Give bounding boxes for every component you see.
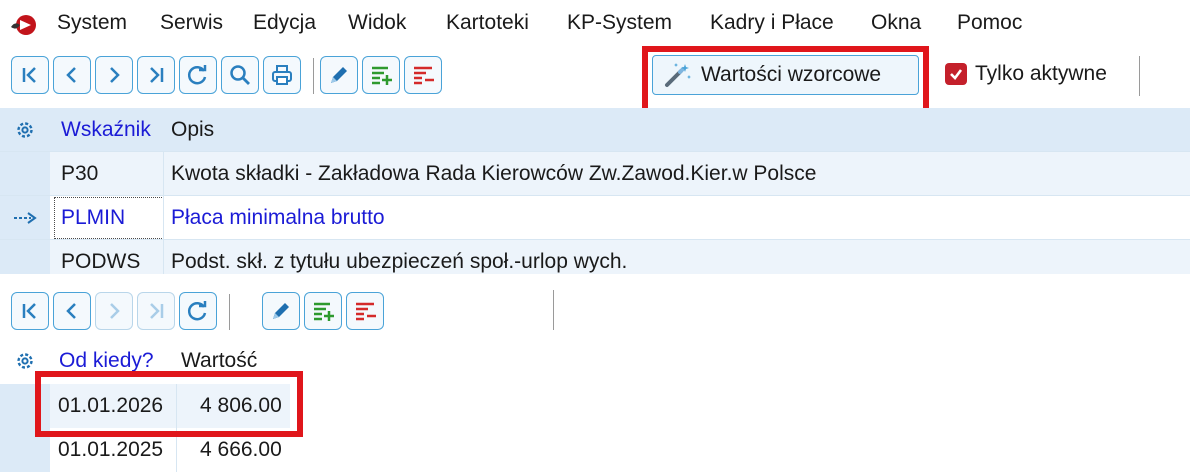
- column-header-value[interactable]: Wartość: [181, 342, 257, 380]
- indicator-code[interactable]: PLMIN: [54, 197, 164, 239]
- first-icon: [22, 67, 36, 83]
- first-record-button[interactable]: [11, 292, 49, 330]
- remove-row-icon: [414, 66, 434, 85]
- chevron-right-icon: [110, 67, 120, 83]
- indicator-code: P30: [61, 161, 99, 185]
- column-header-description[interactable]: Opis: [171, 108, 214, 151]
- menu-bar: System Serwis Edycja Widok Kartoteki KP-…: [0, 0, 1190, 46]
- indicator-description: Płaca minimalna brutto: [171, 205, 385, 229]
- gear-icon: [17, 121, 33, 138]
- column-header-indicator[interactable]: Wskaźnik: [61, 108, 151, 151]
- table-row[interactable]: P30 Kwota składki - Zakładowa Rada Kiero…: [0, 152, 1190, 196]
- search-icon: [230, 65, 250, 85]
- add-row-icon: [314, 302, 334, 321]
- pencil-icon: [331, 67, 347, 83]
- valid-from-date: 01.01.2025: [58, 438, 164, 461]
- column-divider: [176, 384, 177, 428]
- printer-icon: [272, 65, 292, 85]
- last-icon: [150, 303, 164, 319]
- first-record-button[interactable]: [11, 56, 49, 94]
- remove-row-icon: [356, 302, 376, 321]
- indicator-value: 4 666.00: [200, 438, 282, 461]
- add-record-button[interactable]: [304, 292, 342, 330]
- delete-record-button[interactable]: [346, 292, 384, 330]
- row-selector[interactable]: [0, 428, 50, 472]
- checkbox-checked-icon: [945, 63, 967, 85]
- gear-icon: [17, 353, 33, 369]
- standard-values-button[interactable]: Wartości wzorcowe: [652, 55, 919, 95]
- row-selector[interactable]: [0, 152, 50, 195]
- standard-values-label: Wartości wzorcowe: [701, 63, 882, 86]
- table-row[interactable]: 01.01.2026 4 806.00: [0, 384, 290, 428]
- indicator-description: Podst. skł. z tytułu ubezpieczeń społ.-u…: [171, 250, 628, 273]
- next-record-button[interactable]: [95, 56, 133, 94]
- table-row-current[interactable]: PLMIN Płaca minimalna brutto: [0, 196, 1190, 240]
- column-divider: [163, 196, 164, 239]
- refresh-icon: [187, 301, 207, 321]
- menu-serwis[interactable]: Serwis: [160, 11, 223, 35]
- edit-button[interactable]: [262, 292, 300, 330]
- menu-pomoc[interactable]: Pomoc: [957, 11, 1022, 35]
- menu-kadry-i-place[interactable]: Kadry i Płace: [710, 11, 834, 35]
- column-divider: [176, 428, 177, 472]
- table-row[interactable]: PODWS Podst. skł. z tytułu ubezpieczeń s…: [0, 240, 1190, 274]
- print-button[interactable]: [263, 56, 301, 94]
- add-row-icon: [372, 66, 392, 85]
- magic-wand-icon: [665, 63, 691, 87]
- menu-edycja[interactable]: Edycja: [253, 11, 316, 35]
- menu-kartoteki[interactable]: Kartoteki: [446, 11, 529, 35]
- indicator-value: 4 806.00: [200, 394, 282, 417]
- menu-widok[interactable]: Widok: [348, 11, 406, 35]
- refresh-button[interactable]: [179, 56, 217, 94]
- last-record-button[interactable]: [137, 56, 175, 94]
- chevron-right-icon: [110, 303, 120, 319]
- toolbar-separator: [1139, 56, 1140, 96]
- row-selector[interactable]: [0, 240, 50, 274]
- chevron-left-icon: [66, 67, 76, 83]
- column-settings-button[interactable]: [0, 342, 50, 380]
- menu-system[interactable]: System: [57, 11, 127, 35]
- menu-kp-system[interactable]: KP-System: [567, 11, 672, 35]
- active-only-checkbox[interactable]: Tylko aktywne: [945, 62, 1107, 86]
- row-selector[interactable]: [0, 384, 50, 428]
- delete-record-button[interactable]: [404, 56, 442, 94]
- current-row-arrow-icon: [14, 211, 37, 224]
- last-record-button[interactable]: [137, 292, 175, 330]
- grid-header: Od kiedy? Wartość: [0, 342, 290, 380]
- last-icon: [150, 67, 164, 83]
- column-divider: [163, 152, 164, 195]
- next-record-button[interactable]: [95, 292, 133, 330]
- refresh-button[interactable]: [179, 292, 217, 330]
- previous-record-button[interactable]: [53, 292, 91, 330]
- app-logo-icon[interactable]: [9, 13, 37, 37]
- toolbar-separator: [229, 294, 230, 330]
- grid-header: Wskaźnik Opis: [0, 108, 1190, 152]
- active-only-label: Tylko aktywne: [975, 62, 1107, 85]
- first-icon: [22, 303, 36, 319]
- column-header-date[interactable]: Od kiedy?: [59, 342, 154, 380]
- column-settings-button[interactable]: [0, 108, 50, 151]
- indicator-code: PODWS: [61, 250, 141, 273]
- valid-from-date: 01.01.2026: [58, 394, 164, 417]
- chevron-left-icon: [66, 303, 76, 319]
- previous-record-button[interactable]: [53, 56, 91, 94]
- indicator-description: Kwota składki - Zakładowa Rada Kierowców…: [171, 161, 817, 185]
- toolbar-separator: [553, 290, 554, 330]
- refresh-icon: [187, 65, 207, 85]
- toolbar-separator: [313, 58, 314, 94]
- row-selector[interactable]: [0, 196, 50, 239]
- add-record-button[interactable]: [362, 56, 400, 94]
- table-row[interactable]: 01.01.2025 4 666.00: [0, 428, 290, 472]
- pencil-icon: [273, 303, 289, 319]
- menu-okna[interactable]: Okna: [871, 11, 921, 35]
- search-button[interactable]: [221, 56, 259, 94]
- edit-button[interactable]: [320, 56, 358, 94]
- column-divider: [163, 240, 164, 274]
